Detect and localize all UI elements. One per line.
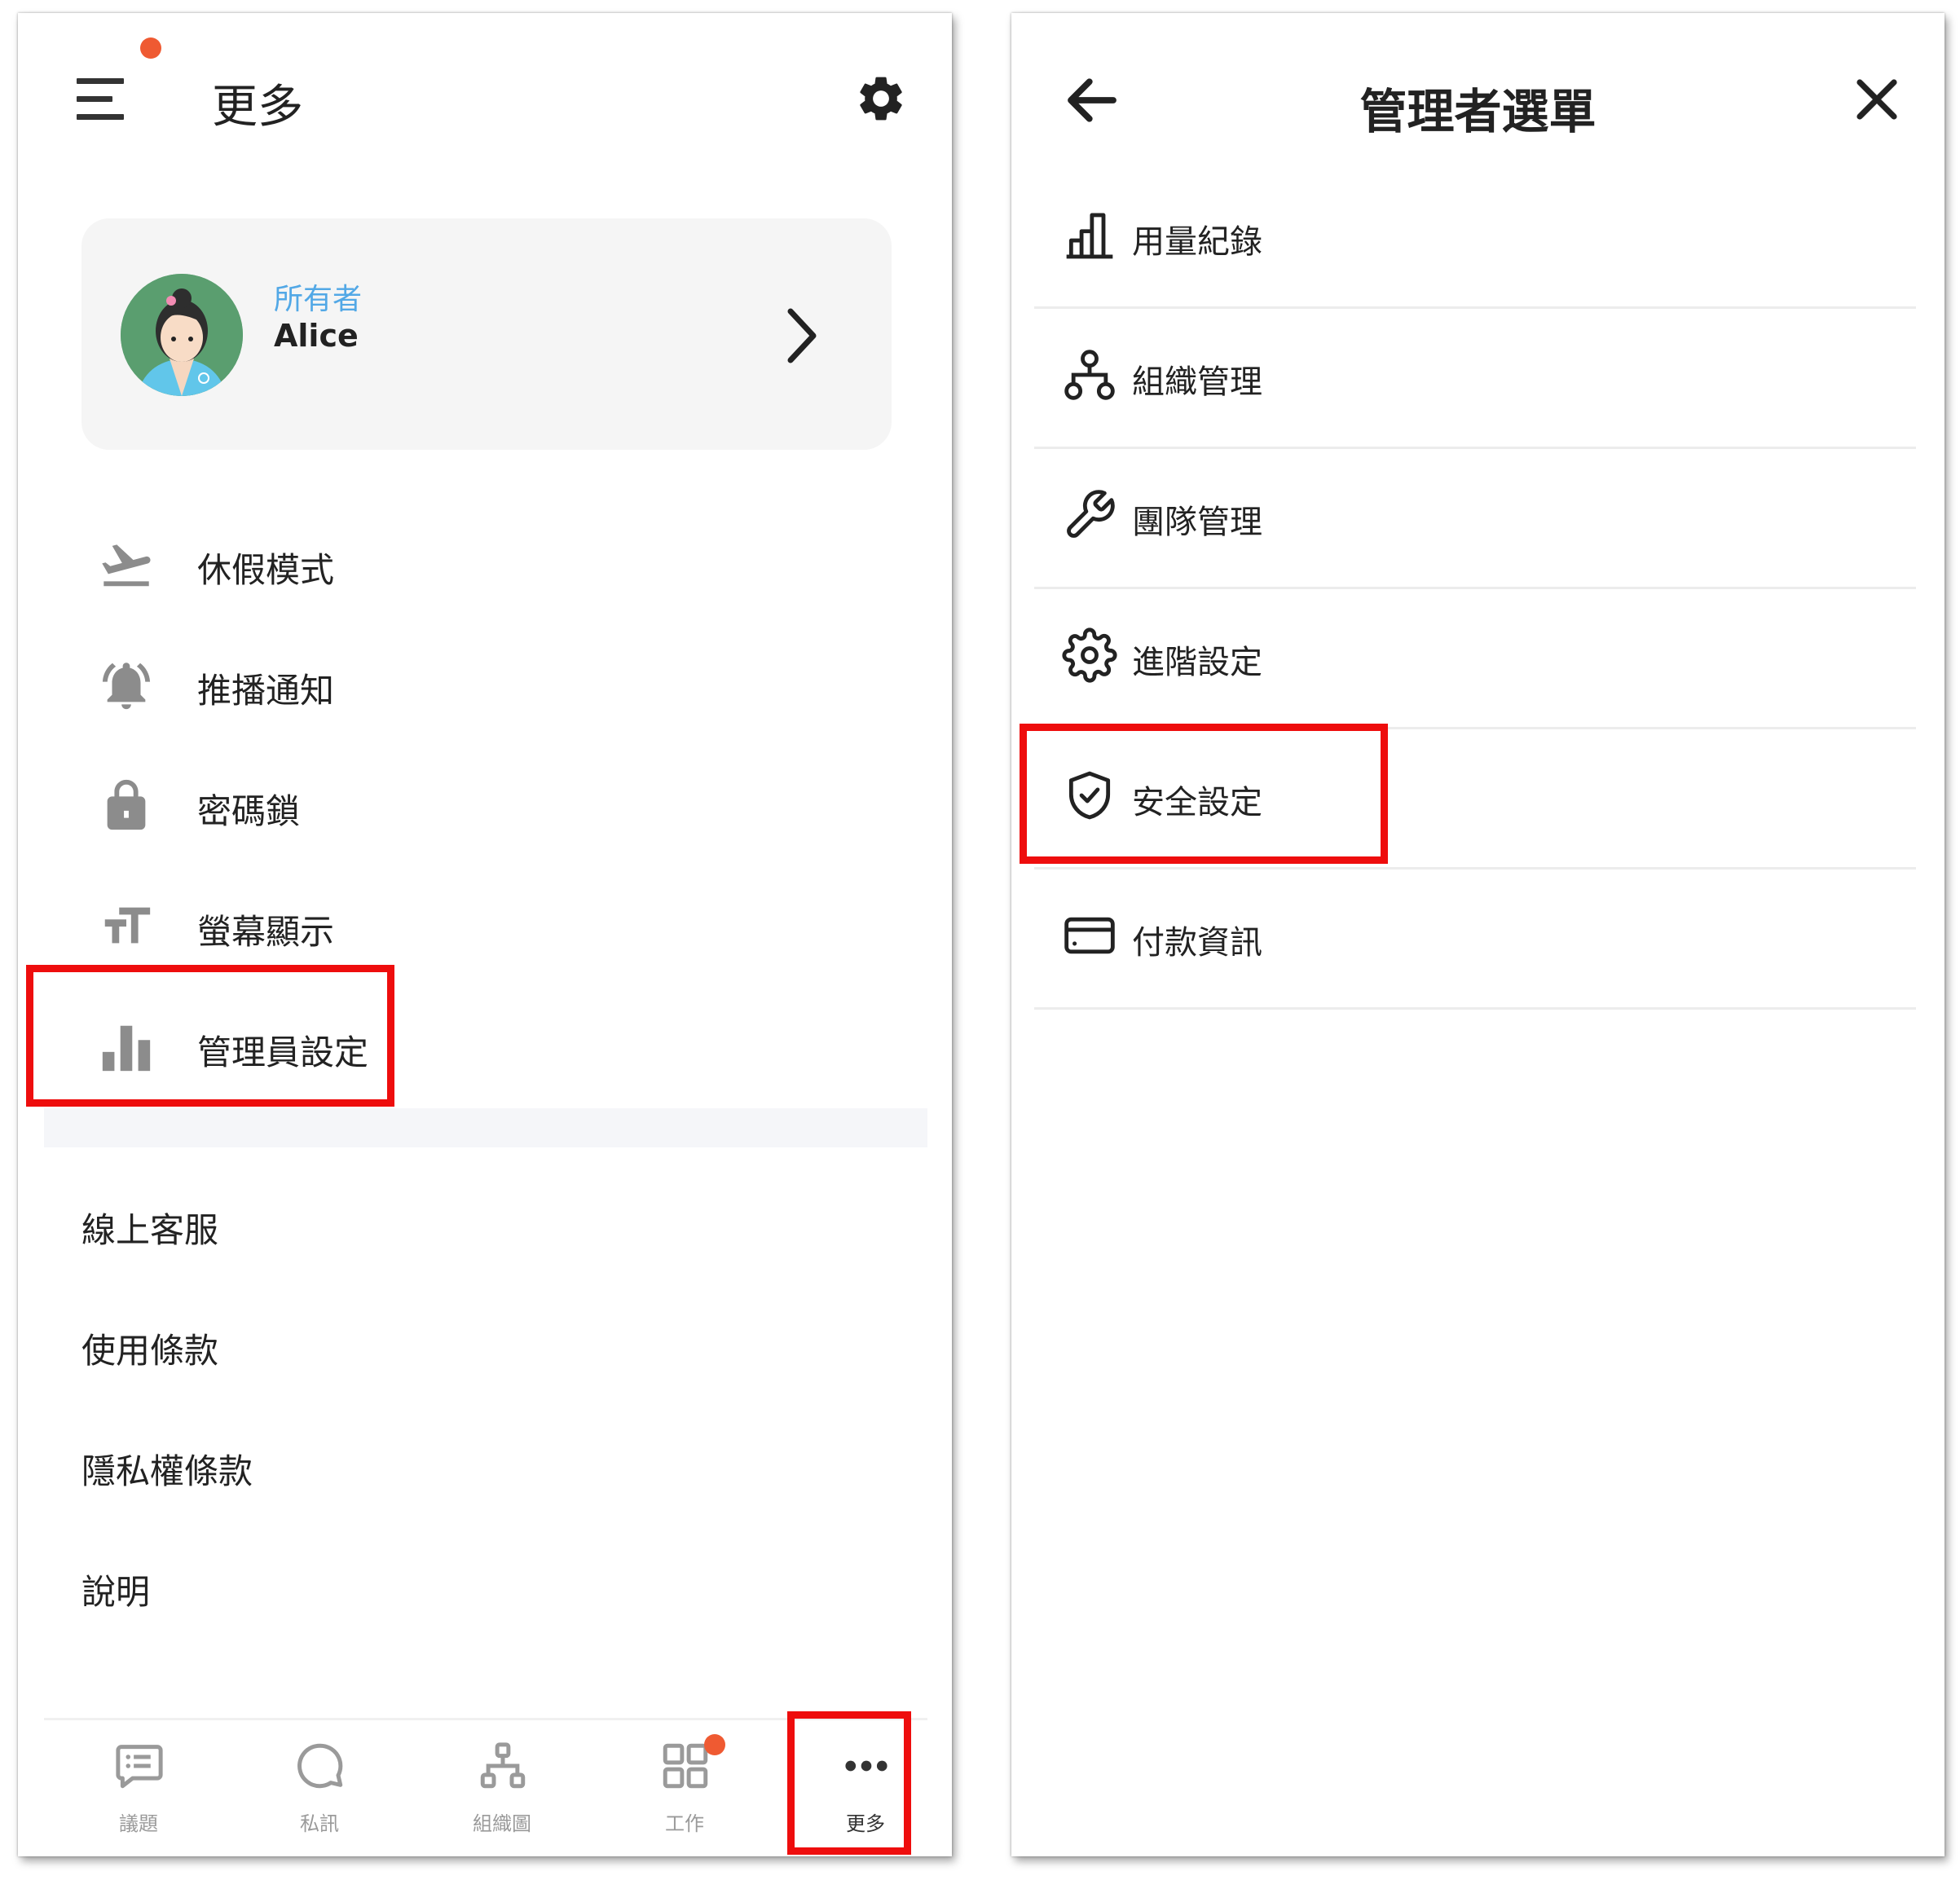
profile-role: 所有者 (274, 283, 363, 316)
admin-menu-screen: 管理者選單 用量紀錄 組織管理 團隊管理 進階設定 安全設定 付款資訊 (1011, 13, 1945, 1856)
settings-gear-icon[interactable] (854, 72, 908, 125)
tab-label: 私訊 (300, 1812, 339, 1835)
notification-dot (704, 1734, 725, 1755)
lock-icon (107, 779, 146, 830)
tab-label: 議題 (119, 1812, 158, 1835)
menu-item-display[interactable]: 螢幕顯示 (81, 882, 896, 971)
avatar (121, 274, 243, 396)
link-terms-of-use[interactable]: 使用條款 (81, 1302, 815, 1384)
admin-item-usage-records[interactable]: 用量紀錄 (1034, 166, 1916, 309)
tab-work[interactable]: 工作 (603, 1724, 766, 1855)
text-size-icon (104, 907, 151, 944)
menu-item-push-notifications[interactable]: 推播通知 (81, 641, 896, 730)
page-title: 管理者選單 (1359, 84, 1597, 139)
admin-item-label: 用量紀錄 (1132, 223, 1262, 261)
gear-icon (1062, 627, 1117, 683)
highlight-box-admin-settings (26, 965, 394, 1107)
credit-card-icon (1064, 917, 1115, 954)
menu-item-label: 螢幕顯示 (197, 912, 335, 952)
menu-item-passcode-lock[interactable]: 密碼鎖 (81, 761, 896, 851)
admin-item-label: 組織管理 (1132, 363, 1262, 401)
admin-item-label: 付款資訊 (1132, 924, 1262, 962)
tab-label: 組織圖 (473, 1812, 531, 1835)
more-screen: 更多 所有者 Alice 休假模式 推播通知 密碼鎖 螢幕顯示 管理員設定 線上… (18, 13, 952, 1856)
menu-item-vacation-mode[interactable]: 休假模式 (81, 520, 896, 610)
airplane-takeoff-icon (102, 544, 151, 587)
menu-item-label: 推播通知 (197, 671, 335, 711)
link-label: 線上客服 (81, 1210, 219, 1250)
bell-icon (102, 663, 151, 710)
link-label: 使用條款 (81, 1331, 219, 1371)
org-structure-icon (1064, 350, 1115, 400)
link-online-support[interactable]: 線上客服 (81, 1182, 815, 1263)
org-chart-icon (480, 1742, 526, 1789)
tab-org-chart[interactable]: 組織圖 (421, 1724, 584, 1855)
link-help[interactable]: 說明 (81, 1543, 815, 1625)
admin-item-label: 進階設定 (1132, 644, 1262, 681)
highlight-box-security-settings (1020, 724, 1388, 864)
admin-item-advanced-settings[interactable]: 進階設定 (1034, 587, 1916, 729)
tab-messages[interactable]: 私訊 (238, 1724, 401, 1855)
close-icon[interactable] (1848, 70, 1906, 129)
link-label: 說明 (81, 1572, 151, 1612)
message-bubble-icon (297, 1743, 343, 1789)
admin-item-organization[interactable]: 組織管理 (1034, 306, 1916, 449)
chat-list-icon (116, 1745, 163, 1789)
tab-label: 工作 (665, 1812, 704, 1835)
link-privacy-policy[interactable]: 隱私權條款 (81, 1423, 815, 1504)
page-title: 更多 (212, 81, 303, 134)
section-divider (44, 1108, 927, 1147)
chevron-right-icon (787, 308, 817, 363)
highlight-box-more-tab (787, 1711, 911, 1855)
link-label: 隱私權條款 (81, 1451, 253, 1491)
admin-item-payment-info[interactable]: 付款資訊 (1034, 867, 1916, 1010)
profile-name: Alice (274, 318, 359, 354)
menu-item-label: 休假模式 (197, 550, 335, 590)
wrench-icon (1067, 490, 1115, 538)
admin-item-team[interactable]: 團隊管理 (1034, 447, 1916, 589)
tab-topics[interactable]: 議題 (57, 1724, 220, 1855)
usage-chart-icon (1066, 213, 1113, 259)
admin-item-label: 團隊管理 (1132, 504, 1262, 541)
menu-item-label: 密碼鎖 (197, 791, 301, 831)
notification-dot (140, 37, 161, 59)
hamburger-menu-icon[interactable] (77, 78, 126, 121)
